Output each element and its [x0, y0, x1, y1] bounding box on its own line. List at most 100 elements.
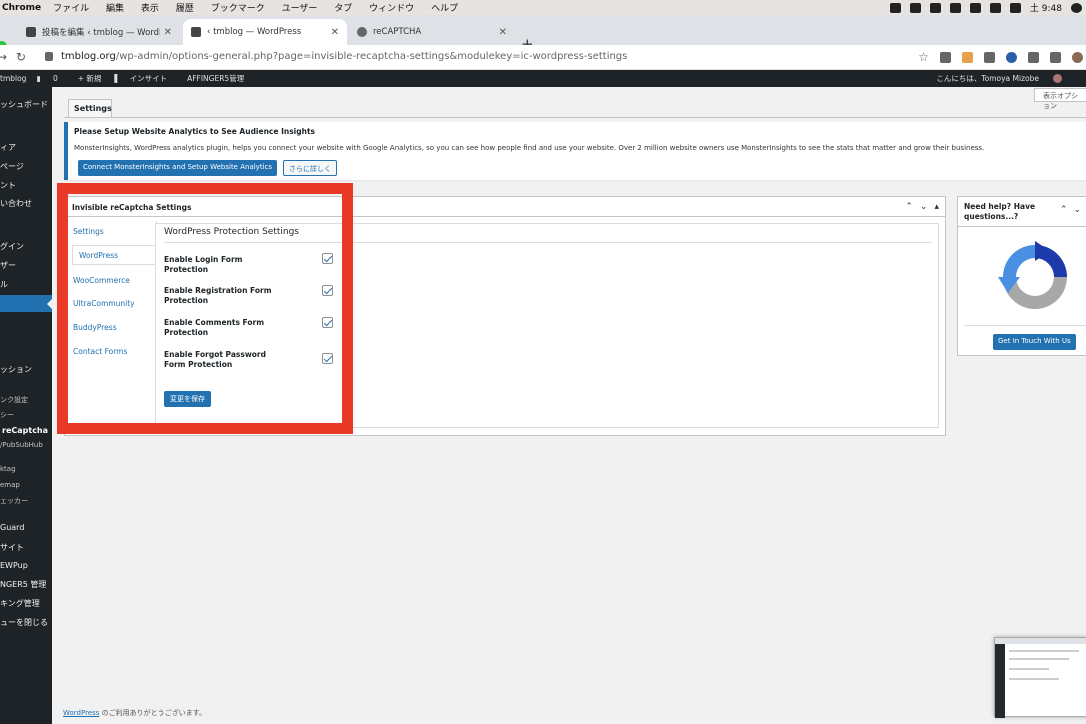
- sidebar-item[interactable]: Guard: [0, 523, 24, 532]
- tab-settings[interactable]: ‹ tmblog — WordPress ✕: [183, 19, 347, 45]
- nav-tab-settings[interactable]: Settings: [68, 99, 112, 118]
- nav-divider: [64, 117, 1086, 118]
- sidebar-item[interactable]: /PubSubHub: [0, 441, 43, 449]
- thumb-sidebar: [995, 644, 1005, 718]
- admin-bar-affinger[interactable]: AFFINGER5管理: [187, 73, 244, 84]
- ext-note-icon[interactable]: [962, 51, 973, 63]
- app-menus: ファイル 編集 表示 履歴 ブックマーク ユーザー タブ ウィンドウ ヘルプ: [53, 1, 472, 14]
- reload-icon[interactable]: ↻: [16, 50, 26, 64]
- thumb-tabbar: [995, 638, 1086, 644]
- menu-view[interactable]: 表示: [141, 4, 159, 14]
- globe-icon: [357, 27, 367, 37]
- sidebar-item[interactable]: reCaptcha: [2, 426, 48, 435]
- wifi-icon[interactable]: [989, 2, 1001, 13]
- sidebar-item[interactable]: ィア: [0, 142, 16, 153]
- reading-list-icon[interactable]: [1050, 51, 1061, 63]
- sidebar-item[interactable]: EWPup: [0, 561, 28, 570]
- ext-block-icon[interactable]: [1006, 51, 1017, 63]
- sidebar-item[interactable]: ェッカー: [0, 496, 28, 506]
- bluetooth-icon[interactable]: [949, 2, 961, 13]
- connect-monsterinsights-button[interactable]: Connect MonsterInsights and Setup Websit…: [78, 160, 278, 176]
- battery-icon[interactable]: [1009, 2, 1021, 13]
- help-divider-bottom: [964, 325, 1086, 326]
- admin-bar-comments[interactable]: ▮ 0: [36, 74, 67, 83]
- input-method-icon[interactable]: [969, 2, 981, 13]
- close-icon[interactable]: ✕: [499, 27, 507, 38]
- wordpress-favicon-icon: [26, 27, 36, 37]
- chevron-up-icon[interactable]: ⌃: [905, 202, 913, 212]
- sidebar-item[interactable]: ント: [0, 180, 16, 191]
- thumb-line: [1009, 650, 1079, 652]
- chevron-down-icon[interactable]: ⌄: [920, 202, 928, 212]
- sidebar-item[interactable]: ッシュボード: [0, 99, 48, 110]
- sidebar-item[interactable]: emap: [0, 481, 20, 489]
- extensions-area: ☆: [918, 50, 1083, 64]
- sidebar-item[interactable]: ザー: [0, 260, 16, 271]
- lock-icon[interactable]: [45, 52, 53, 61]
- tab-strip: 投稿を編集 ‹ tmblog — WordPress ✕ ‹ tmblog — …: [0, 15, 1086, 53]
- sidebar-item[interactable]: ktag: [0, 465, 16, 473]
- url-host: tmblog.org: [61, 51, 116, 62]
- ext-w-icon[interactable]: [984, 51, 995, 63]
- tab-recaptcha[interactable]: reCAPTCHA ✕: [349, 19, 515, 45]
- search-icon[interactable]: [1071, 2, 1082, 13]
- sidebar-item[interactable]: ンク設定: [0, 395, 28, 405]
- status-area: 土 9:48: [889, 0, 1082, 15]
- recaptcha-logo-icon: [998, 241, 1067, 309]
- sidebar-current-highlight: [0, 295, 52, 312]
- screen-options-button[interactable]: 表示オプション: [1034, 88, 1086, 110]
- sidebar-item[interactable]: ル: [0, 279, 8, 290]
- star-icon[interactable]: ☆: [918, 51, 929, 63]
- cloud-icon[interactable]: [909, 2, 921, 13]
- toggle-panel-icon[interactable]: ▴: [934, 202, 939, 212]
- ext-t-icon[interactable]: [940, 51, 951, 63]
- close-icon[interactable]: ✕: [331, 27, 339, 38]
- url-field[interactable]: tmblog.org/wp-admin/options-general.php?…: [61, 51, 627, 62]
- menu-bookmarks[interactable]: ブックマーク: [211, 4, 265, 14]
- close-icon[interactable]: ✕: [164, 27, 172, 38]
- clock[interactable]: 土 9:48: [1030, 1, 1062, 14]
- menu-edit[interactable]: 編集: [106, 4, 124, 14]
- menu-file[interactable]: ファイル: [53, 4, 89, 14]
- screenshot-thumbnail[interactable]: [994, 637, 1086, 718]
- comment-count: 0: [52, 74, 58, 83]
- app-name[interactable]: Chrome: [2, 3, 41, 13]
- get-in-touch-button[interactable]: Get In Touch With Us: [993, 334, 1076, 350]
- menu-history[interactable]: 履歴: [176, 4, 194, 14]
- admin-sidebar: ッシュボード ィアページントい合わせグインザールッションンク設定シー reCaptc…: [0, 87, 52, 724]
- profile-avatar[interactable]: [1072, 51, 1083, 63]
- sidebar-item[interactable]: グイン: [0, 241, 24, 252]
- sidebar-item[interactable]: ューを閉じる: [0, 617, 48, 628]
- hat-icon[interactable]: [929, 2, 941, 13]
- chevron-down-icon[interactable]: ⌄: [1073, 205, 1081, 215]
- back-arrow-icon[interactable]: →: [0, 50, 7, 64]
- wp-admin-bar: tmblog ▮ 0 + 新規 ▐ インサイト AFFINGER5管理 こんにち…: [0, 70, 1086, 87]
- sidebar-item[interactable]: ページ: [0, 161, 24, 172]
- help-controls: ⌃ ⌄: [1060, 205, 1081, 215]
- notice-title: Please Setup Website Analytics to See Au…: [74, 127, 315, 136]
- sidebar-item[interactable]: シー: [0, 410, 14, 420]
- sidebar-item[interactable]: NGER5 管理: [0, 579, 46, 590]
- admin-bar-new[interactable]: + 新規: [78, 73, 102, 84]
- learn-more-button[interactable]: さらに詳しく: [283, 160, 337, 176]
- insight-label: インサイト: [129, 74, 168, 83]
- sidebar-item[interactable]: キング管理: [0, 598, 40, 609]
- sidebar-item[interactable]: ッション: [0, 364, 32, 375]
- menu-window[interactable]: ウィンドウ: [369, 4, 414, 14]
- tab-edit-post[interactable]: 投稿を編集 ‹ tmblog — WordPress ✕: [18, 19, 180, 45]
- wordpress-link[interactable]: WordPress: [63, 709, 99, 717]
- sidebar-item[interactable]: サイト: [0, 542, 24, 553]
- chevron-up-icon[interactable]: ⌃: [1060, 205, 1068, 215]
- menu-tab[interactable]: タブ: [334, 4, 352, 14]
- monsterinsights-notice: Please Setup Website Analytics to See Au…: [64, 122, 1086, 180]
- tab-label: ‹ tmblog — WordPress: [207, 27, 302, 37]
- sidebar-item[interactable]: い合わせ: [0, 198, 32, 209]
- admin-bar-site[interactable]: tmblog: [0, 74, 26, 83]
- wordpress-favicon-icon: [191, 27, 201, 37]
- admin-bar-insight[interactable]: ▐ インサイト: [111, 73, 177, 84]
- menu-user[interactable]: ユーザー: [282, 4, 318, 14]
- rocket-icon[interactable]: [889, 2, 901, 13]
- menu-help[interactable]: ヘルプ: [431, 4, 458, 14]
- admin-bar-account[interactable]: こんにちは、Tomoya Mizobe: [936, 70, 1072, 87]
- puzzle-icon[interactable]: [1028, 51, 1039, 63]
